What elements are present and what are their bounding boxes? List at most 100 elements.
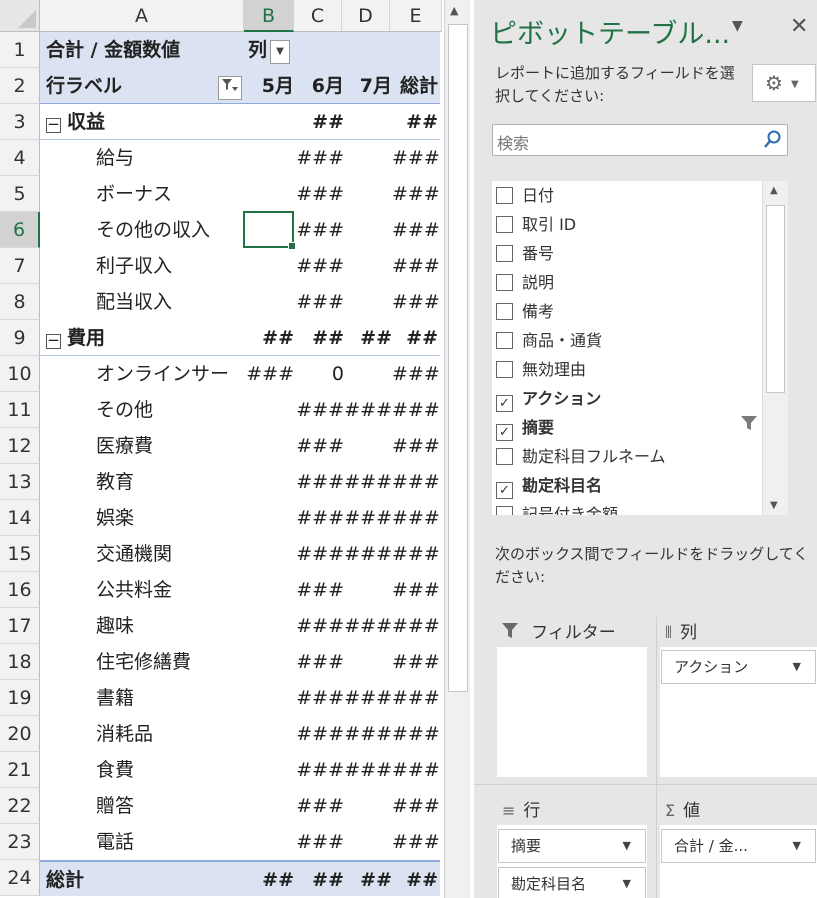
row-label-cell[interactable]: 書籍 xyxy=(96,680,134,716)
row-header[interactable]: 12 xyxy=(0,428,40,464)
column-labels-dropdown-button[interactable]: ▼ xyxy=(270,40,290,64)
close-icon[interactable]: ✕ xyxy=(790,14,808,39)
row-header[interactable]: 14 xyxy=(0,500,40,536)
row-label-cell[interactable]: 電話 xyxy=(96,824,134,860)
value-cell-c[interactable]: ### xyxy=(294,140,344,176)
row-label-cell[interactable]: 趣味 xyxy=(96,608,134,644)
value-cell-c[interactable]: ### xyxy=(294,608,344,644)
value-cell-d[interactable] xyxy=(344,644,392,680)
value-cell-e[interactable]: ### xyxy=(392,680,440,716)
value-cell-d[interactable]: ### xyxy=(344,500,392,536)
row-label-cell[interactable]: その他の収入 xyxy=(96,212,210,248)
rows-field-chip[interactable]: 摘要 ▼ xyxy=(498,829,646,863)
row-label-cell[interactable]: 娯楽 xyxy=(96,500,134,536)
row-labels-filter-button[interactable] xyxy=(218,76,242,100)
chevron-down-icon[interactable]: ▼ xyxy=(623,868,631,898)
row-label-cell[interactable]: 贈答 xyxy=(96,788,134,824)
value-cell-d[interactable] xyxy=(344,356,392,392)
value-cell-c[interactable]: ### xyxy=(294,824,344,860)
row-label-cell[interactable]: ボーナス xyxy=(96,176,172,212)
value-cell-c[interactable]: ## xyxy=(294,320,344,356)
field-list-item[interactable]: 勘定科目フルネーム xyxy=(496,442,666,471)
value-cell-e[interactable]: ### xyxy=(392,752,440,788)
value-cell-d[interactable] xyxy=(344,140,392,176)
value-cell-b[interactable] xyxy=(244,608,294,644)
row-label-cell[interactable]: 住宅修繕費 xyxy=(96,644,191,680)
column-header-b[interactable]: B xyxy=(244,0,294,32)
value-cell-e[interactable]: ### xyxy=(392,392,440,428)
checkbox-unchecked[interactable] xyxy=(496,332,513,349)
row-label-cell[interactable]: 教育 xyxy=(96,464,134,500)
value-cell-d[interactable] xyxy=(344,248,392,284)
value-cell-d[interactable]: ### xyxy=(344,536,392,572)
filter-drop-zone[interactable] xyxy=(497,647,647,777)
field-list-item[interactable]: 記号付き金額 xyxy=(496,500,618,515)
row-label-cell[interactable]: その他 xyxy=(96,392,153,428)
value-cell-d[interactable]: ### xyxy=(344,680,392,716)
row-header[interactable]: 15 xyxy=(0,536,40,572)
value-cell-b[interactable] xyxy=(244,824,294,860)
row-label-cell[interactable]: 給与 xyxy=(96,140,134,176)
value-cell-b[interactable] xyxy=(244,248,294,284)
checkbox-checked[interactable]: ✓ xyxy=(496,482,513,499)
select-all-corner[interactable] xyxy=(0,0,40,32)
value-cell-b[interactable] xyxy=(244,176,294,212)
checkbox-unchecked[interactable] xyxy=(496,274,513,291)
row-label-cell[interactable]: 配当収入 xyxy=(96,284,172,320)
row-label-cell[interactable]: 総計 xyxy=(46,862,84,898)
value-cell-e[interactable]: ## xyxy=(392,104,438,140)
value-cell-c[interactable]: ### xyxy=(294,572,344,608)
checkbox-unchecked[interactable] xyxy=(496,361,513,378)
value-cell-e[interactable]: ### xyxy=(392,176,440,212)
column-header-d[interactable]: D xyxy=(342,0,390,32)
value-cell-c[interactable]: ### xyxy=(294,392,344,428)
value-cell-d[interactable] xyxy=(344,824,392,860)
row-header[interactable]: 7 xyxy=(0,248,40,284)
field-list-settings-button[interactable]: ⚙ ▼ xyxy=(752,64,816,102)
pivot-value-caption[interactable]: 合計 / 金額数値 xyxy=(46,32,180,68)
value-cell-b[interactable] xyxy=(244,788,294,824)
value-cell-c[interactable]: ### xyxy=(294,428,344,464)
value-cell-e[interactable]: ### xyxy=(392,572,440,608)
value-cell-b[interactable] xyxy=(244,140,294,176)
row-header[interactable]: 1 xyxy=(0,32,40,68)
checkbox-checked[interactable]: ✓ xyxy=(496,395,513,412)
checkbox-unchecked[interactable] xyxy=(496,187,513,204)
field-list-item[interactable]: 取引 ID xyxy=(496,210,576,239)
value-cell-d[interactable]: ### xyxy=(344,392,392,428)
value-cell-b[interactable] xyxy=(244,680,294,716)
value-cell-e[interactable]: ### xyxy=(392,464,440,500)
value-cell-b[interactable] xyxy=(244,428,294,464)
field-list-item[interactable]: ✓ 勘定科目名 xyxy=(496,471,602,500)
value-cell-b[interactable] xyxy=(244,392,294,428)
value-cell-d[interactable] xyxy=(344,428,392,464)
value-cell-d[interactable] xyxy=(344,104,392,140)
value-cell-d[interactable] xyxy=(344,284,392,320)
value-cell-c[interactable]: ### xyxy=(294,536,344,572)
scroll-up-arrow-icon[interactable]: ▲ xyxy=(770,185,778,196)
value-cell-e[interactable]: ### xyxy=(392,500,440,536)
row-header[interactable]: 18 xyxy=(0,644,40,680)
value-cell-e[interactable]: ## xyxy=(392,320,438,356)
value-cell-b[interactable] xyxy=(244,464,294,500)
value-cell-d[interactable]: ### xyxy=(344,464,392,500)
value-cell-b[interactable] xyxy=(244,716,294,752)
value-cell-d[interactable] xyxy=(344,788,392,824)
value-cell-e[interactable]: ### xyxy=(392,644,440,680)
column-header-e[interactable]: E xyxy=(390,0,442,32)
value-cell-e[interactable]: ### xyxy=(392,608,440,644)
row-label-cell[interactable]: 食費 xyxy=(96,752,134,788)
value-cell-e[interactable]: ### xyxy=(392,140,440,176)
row-header[interactable]: 13 xyxy=(0,464,40,500)
value-cell-c[interactable]: ### xyxy=(294,500,344,536)
field-list-item[interactable]: 説明 xyxy=(496,268,554,297)
value-cell-d[interactable] xyxy=(344,176,392,212)
value-cell-e[interactable]: ### xyxy=(392,428,440,464)
pane-options-chevron-down-icon[interactable]: ▼ xyxy=(732,18,743,34)
field-list-item[interactable]: 商品・通貨 xyxy=(496,326,602,355)
columns-field-chip[interactable]: アクション ▼ xyxy=(661,650,816,684)
checkbox-unchecked[interactable] xyxy=(496,506,513,515)
chevron-down-icon[interactable]: ▼ xyxy=(793,651,801,683)
value-cell-b[interactable]: ### xyxy=(244,356,294,392)
column-header-a[interactable]: A xyxy=(40,0,244,32)
